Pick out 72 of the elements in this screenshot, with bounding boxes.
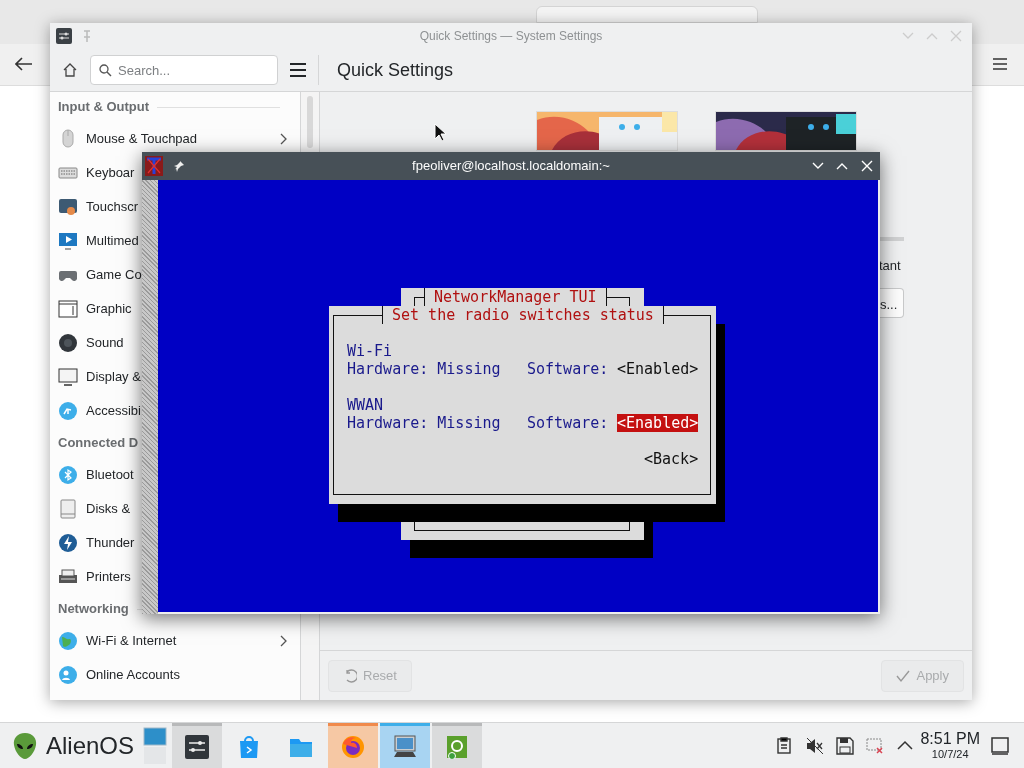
- sidebar-item[interactable]: Wi-Fi & Internet: [50, 634, 300, 648]
- sidebar-item[interactable]: Online Accounts: [50, 668, 180, 682]
- undo-icon: [343, 668, 357, 683]
- menu-icon: [290, 63, 306, 77]
- taskbar-button[interactable]: [328, 722, 379, 768]
- back-button[interactable]: <Back>: [644, 450, 699, 468]
- sidebar-item[interactable]: Accessibi: [50, 404, 141, 418]
- page-heading: Quick Settings: [337, 58, 454, 82]
- globe-icon: [341, 735, 366, 759]
- sidebar-item[interactable]: Game Co: [50, 268, 142, 282]
- terminal-app-icon: [145, 156, 163, 176]
- network-error-icon[interactable]: [866, 736, 885, 755]
- lightning-icon: [58, 533, 78, 553]
- computer-icon: [393, 735, 418, 759]
- clock-time[interactable]: 8:51 PM: [920, 731, 980, 747]
- search-icon: [99, 64, 112, 77]
- sidebar-item[interactable]: Mouse & Touchpad: [50, 132, 300, 146]
- checkmark-icon: [896, 668, 911, 683]
- alien-icon[interactable]: [12, 731, 38, 760]
- show-desktop-icon[interactable]: [990, 735, 1010, 756]
- monitor-icon: [58, 367, 78, 387]
- tablet-icon: [58, 299, 78, 319]
- accessibility-icon: [58, 401, 78, 421]
- window-title: fpeoliver@localhost.localdomain:~: [412, 157, 610, 176]
- sidebar-item[interactable]: Keyboar: [50, 166, 135, 180]
- sidebar-item[interactable]: Multimed: [50, 234, 139, 248]
- section-header: Networking: [58, 600, 129, 619]
- dialog-title: NetworkManager TUI: [424, 288, 607, 306]
- toggle-button[interactable]: <Enabled>: [617, 360, 699, 378]
- workspace-icon[interactable]: [142, 725, 169, 766]
- taskbar-button[interactable]: [172, 722, 223, 768]
- toggle-button[interactable]: <Enabled>: [617, 414, 699, 432]
- taskbar-button[interactable]: [380, 722, 431, 768]
- cursor-icon: [434, 123, 446, 141]
- radio-name: WWAN: [347, 396, 384, 414]
- sidebar-item[interactable]: Graphic: [50, 302, 132, 316]
- window-title: Quick Settings — System Settings: [419, 28, 603, 45]
- sidebar-item[interactable]: Touchscr: [50, 200, 139, 214]
- software-label: Software:: [527, 414, 609, 432]
- dialog-title: Set the radio switches status: [382, 306, 664, 324]
- muted-speaker-icon[interactable]: [806, 736, 825, 755]
- settings-app-icon: [56, 28, 72, 44]
- radio-name: Wi-Fi: [347, 342, 393, 360]
- software-label: Software:: [527, 360, 609, 378]
- launcher-label[interactable]: AlienOS: [46, 727, 135, 764]
- clock-date[interactable]: 10/7/24: [931, 749, 969, 760]
- search-field[interactable]: Search...: [90, 55, 278, 85]
- back-arrow-icon[interactable]: [15, 57, 33, 71]
- hardware-status: Hardware: Missing: [347, 360, 501, 378]
- touchscreen-icon: [58, 197, 78, 217]
- scrollbar[interactable]: [142, 180, 158, 614]
- sidebar-item[interactable]: Bluetoot: [50, 468, 134, 482]
- bluetooth-icon: [58, 465, 78, 485]
- settings-icon: [185, 735, 210, 759]
- settings-button[interactable]: s...: [878, 288, 905, 318]
- menu-icon[interactable]: [993, 58, 1007, 70]
- section-header: Connected D: [58, 434, 139, 453]
- sidebar-item[interactable]: Sound: [50, 336, 124, 350]
- pin-icon[interactable]: [173, 160, 185, 172]
- section-header: Input & Output: [58, 98, 149, 117]
- globe-icon: [58, 631, 78, 651]
- sidebar-item[interactable]: Printers: [50, 570, 131, 584]
- user-icon: [58, 665, 78, 685]
- sidebar-item[interactable]: Display &: [50, 370, 141, 384]
- speaker-icon: [58, 333, 78, 353]
- home-icon: [62, 62, 78, 78]
- sidebar-item[interactable]: Disks &: [50, 502, 131, 516]
- hardware-status: Hardware: Missing: [347, 414, 501, 432]
- scrollbar-thumb[interactable]: [307, 96, 313, 148]
- sidebar-item[interactable]: Thunder: [50, 536, 135, 550]
- video-icon: [58, 231, 78, 251]
- setting-label: tant: [879, 257, 901, 275]
